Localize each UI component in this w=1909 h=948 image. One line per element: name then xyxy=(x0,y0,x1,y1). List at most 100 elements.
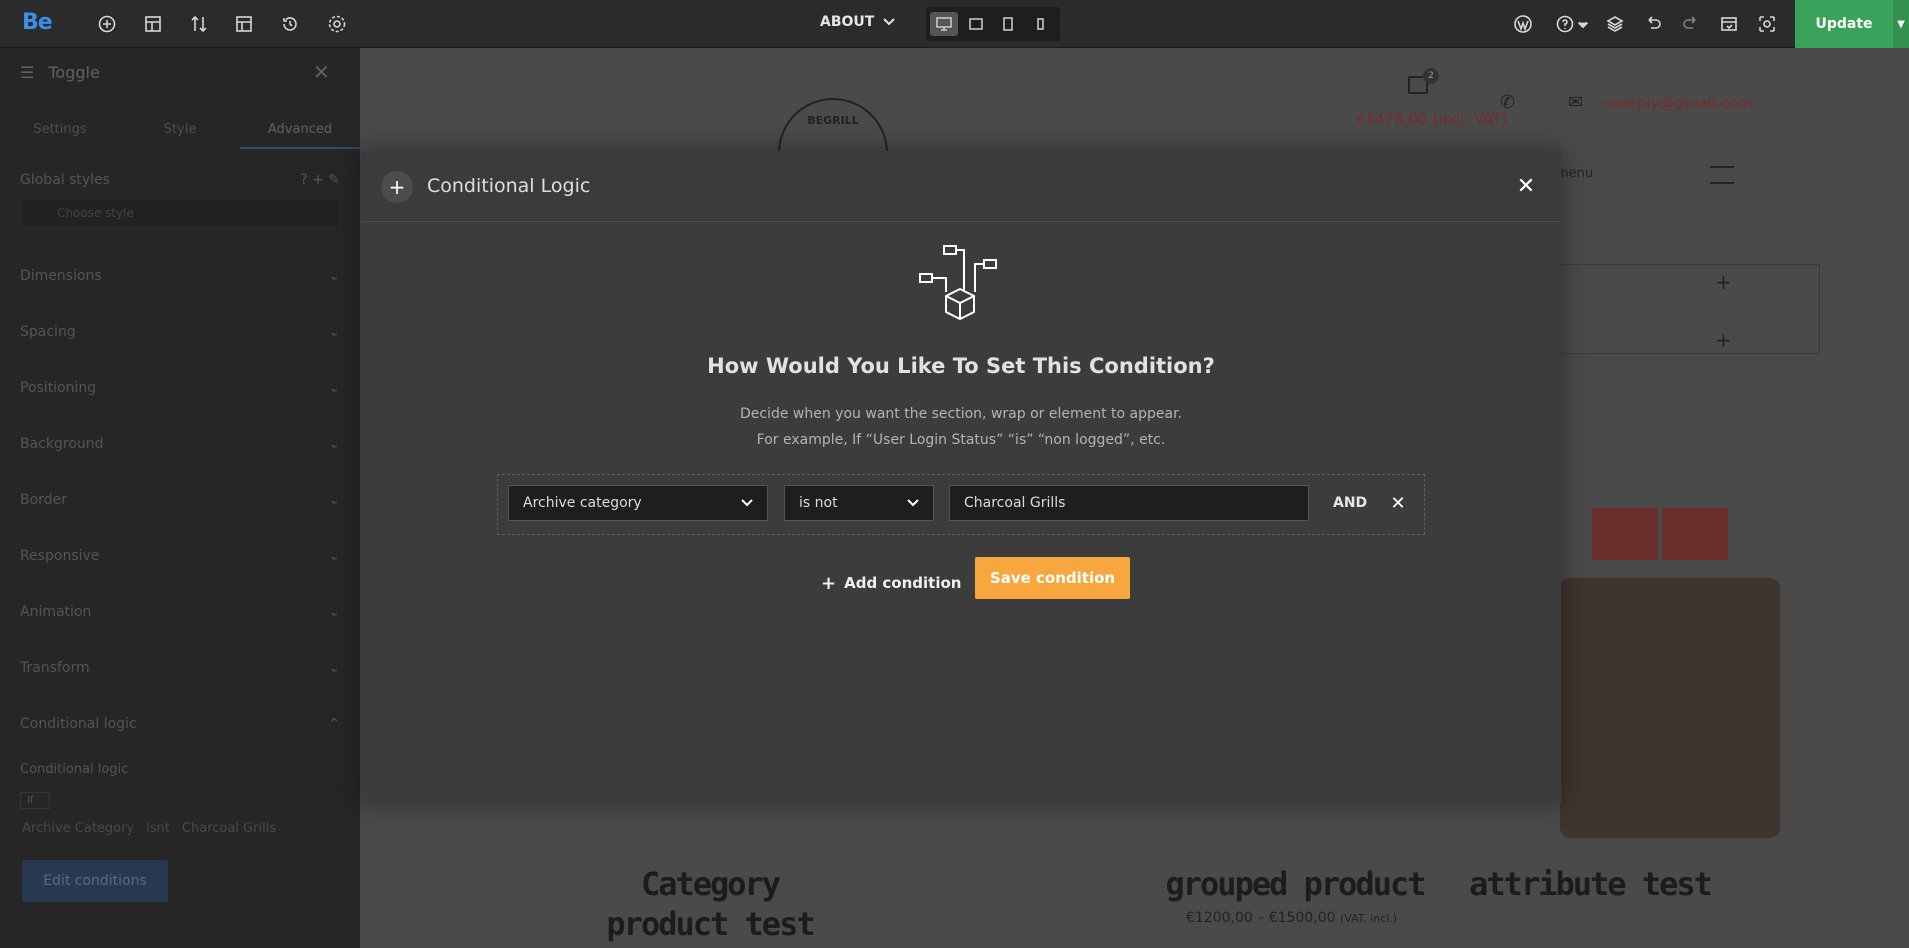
save-draft-icon[interactable] xyxy=(1717,12,1741,36)
add-element-icon[interactable] xyxy=(95,12,119,36)
product-title[interactable]: grouped product xyxy=(1150,864,1440,904)
save-condition-button[interactable]: Save condition xyxy=(975,557,1130,599)
tab-advanced[interactable]: Advanced xyxy=(240,110,360,149)
history-icon[interactable] xyxy=(278,12,302,36)
chevron-down-icon xyxy=(907,499,919,507)
section-dimensions[interactable]: Dimensions ⌄ xyxy=(20,268,340,284)
global-styles-label: Global styles xyxy=(20,172,110,188)
conditional-logic-modal: + Conditional Logic ✕ How Would You Like… xyxy=(361,151,1561,803)
section-label: Border xyxy=(20,492,67,508)
product-title[interactable]: attribute test xyxy=(1450,864,1730,904)
page-select[interactable]: ABOUT xyxy=(820,14,896,30)
edit-conditions-button[interactable]: Edit conditions xyxy=(22,860,168,902)
chevron-up-icon: ⌃ xyxy=(328,716,340,732)
section-background[interactable]: Background ⌄ xyxy=(20,436,340,452)
plus-icon[interactable]: + xyxy=(1715,328,1732,352)
tab-settings[interactable]: Settings xyxy=(0,110,120,149)
templates-icon[interactable] xyxy=(232,12,256,36)
condition-chips: Archive Category isnt Charcoal Grills xyxy=(22,821,276,836)
choose-style-input[interactable]: Choose style xyxy=(20,198,340,228)
modal-description: Decide when you want the section, wrap o… xyxy=(740,406,1182,422)
cart-price: €1478,00 (incl. VAT) xyxy=(1356,110,1508,128)
update-button[interactable]: Update xyxy=(1795,0,1893,48)
condition-field-value: Archive category xyxy=(523,495,642,511)
slider-next-button[interactable] xyxy=(1662,508,1728,560)
plus-icon: + xyxy=(381,171,413,203)
product-title[interactable]: Category product test xyxy=(575,864,845,944)
product-price-suffix: (VAT. incl.) xyxy=(1339,912,1398,925)
contact-email[interactable]: noreply@gmail.com xyxy=(1603,94,1753,112)
layers-icon[interactable] xyxy=(1603,12,1627,36)
condition-operator-select[interactable]: is not xyxy=(784,485,934,521)
chevron-down-icon xyxy=(883,18,896,26)
modal-heading: How Would You Like To Set This Condition… xyxy=(707,354,1215,378)
settings-gear-icon[interactable] xyxy=(325,12,349,36)
sort-icon[interactable] xyxy=(187,12,211,36)
page-select-label: ABOUT xyxy=(820,14,875,30)
chevron-down-icon: ⌄ xyxy=(328,380,340,396)
product-image xyxy=(1560,578,1780,838)
menu-label[interactable]: menu xyxy=(1556,166,1593,181)
section-border[interactable]: Border ⌄ xyxy=(20,492,340,508)
section-animation[interactable]: Animation ⌄ xyxy=(20,604,340,620)
redo-icon[interactable] xyxy=(1679,12,1703,36)
chevron-down-icon: ⌄ xyxy=(328,548,340,564)
section-transform[interactable]: Transform ⌄ xyxy=(20,660,340,676)
mobile-view-icon[interactable] xyxy=(1026,12,1054,36)
help-caret-icon[interactable] xyxy=(1576,12,1590,36)
remove-condition-icon[interactable]: ✕ xyxy=(1386,489,1410,517)
chip-value: Charcoal Grills xyxy=(181,821,277,836)
be-logo[interactable]: Be xyxy=(22,10,53,35)
chevron-down-icon: ⌄ xyxy=(328,660,340,676)
conditional-logic-label: Conditional logic xyxy=(20,762,340,777)
modal-description-example: For example, If “User Login Status” “is”… xyxy=(756,432,1166,448)
add-section-icon[interactable] xyxy=(141,12,165,36)
condition-value-text: Charcoal Grills xyxy=(964,495,1066,511)
section-spacing[interactable]: Spacing ⌄ xyxy=(20,324,340,340)
global-styles-row: Global styles ? + ✎ xyxy=(20,172,340,188)
close-icon[interactable]: ✕ xyxy=(1511,171,1541,201)
conditional-logic-illustration xyxy=(919,245,997,321)
global-styles-actions-icon[interactable]: ? + ✎ xyxy=(300,172,340,188)
chevron-down-icon: ⌄ xyxy=(328,268,340,284)
tablet-view-icon[interactable] xyxy=(994,12,1022,36)
help-icon[interactable] xyxy=(1553,12,1577,36)
condition-field-select[interactable]: Archive category xyxy=(508,485,768,521)
desktop-view-icon[interactable] xyxy=(930,12,958,36)
slider-prev-button[interactable] xyxy=(1592,508,1658,560)
section-responsive[interactable]: Responsive ⌄ xyxy=(20,548,340,564)
if-badge: If xyxy=(20,792,50,809)
close-icon[interactable]: ✕ xyxy=(313,60,330,84)
condition-operator-value: is not xyxy=(799,495,838,511)
preview-icon[interactable] xyxy=(1755,12,1779,36)
undo-icon[interactable] xyxy=(1641,12,1665,36)
update-options-icon[interactable]: ▼ xyxy=(1893,0,1909,48)
tab-style[interactable]: Style xyxy=(120,110,240,149)
phone-icon[interactable]: ✆ xyxy=(1500,92,1515,113)
top-toolbar: Be ABOUT Update ▼ xyxy=(0,0,1909,48)
add-condition-button[interactable]: + Add condition xyxy=(821,563,961,603)
laptop-view-icon[interactable] xyxy=(962,12,990,36)
sidebar-panel: ☰ Toggle ✕ Settings Style Advanced Globa… xyxy=(0,48,360,948)
wordpress-icon[interactable] xyxy=(1511,12,1535,36)
mail-icon: ✉ xyxy=(1568,92,1584,113)
condition-row: Archive category is not Charcoal Grills … xyxy=(497,474,1425,535)
and-joiner[interactable]: AND xyxy=(1333,495,1367,511)
product-price-range: €1200,00 – €1500,00 xyxy=(1186,910,1336,926)
section-positioning[interactable]: Positioning ⌄ xyxy=(20,380,340,396)
chip-operator: isnt xyxy=(146,821,170,836)
plus-icon: + xyxy=(821,572,837,594)
modal-header: + Conditional Logic ✕ xyxy=(361,151,1561,222)
section-label: Background xyxy=(20,436,104,452)
section-conditional-logic[interactable]: Conditional logic ⌃ xyxy=(20,716,340,732)
condition-value-input[interactable]: Charcoal Grills xyxy=(949,485,1309,521)
chevron-down-icon xyxy=(741,499,753,507)
cart-count-badge: 2 xyxy=(1423,68,1439,84)
plus-icon[interactable]: + xyxy=(1715,270,1732,294)
chevron-down-icon: ⌄ xyxy=(328,492,340,508)
modal-title: Conditional Logic xyxy=(427,175,591,197)
sidebar-title: Toggle xyxy=(48,62,100,82)
section-label: Dimensions xyxy=(20,268,102,284)
hamburger-menu-icon[interactable] xyxy=(1710,166,1734,184)
device-switcher xyxy=(926,7,1060,41)
